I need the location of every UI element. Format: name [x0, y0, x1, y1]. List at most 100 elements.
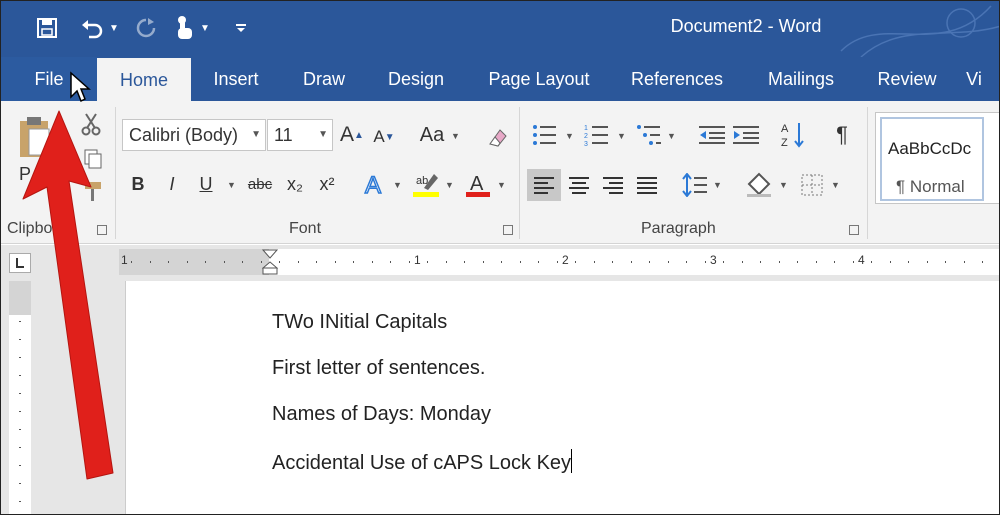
- justify-icon[interactable]: [631, 169, 663, 201]
- align-right-icon[interactable]: [597, 169, 629, 201]
- highlight-icon[interactable]: ab: [411, 169, 441, 199]
- ruler-tick: [19, 393, 21, 394]
- tab-page-layout[interactable]: Page Layout: [479, 57, 599, 101]
- ruler-tick: [945, 261, 946, 263]
- vertical-ruler[interactable]: [9, 281, 31, 514]
- increase-indent-icon[interactable]: [731, 121, 761, 149]
- svg-text:Z: Z: [781, 137, 788, 149]
- chevron-down-icon[interactable]: ▼: [667, 131, 676, 141]
- bullets-icon[interactable]: [529, 121, 561, 149]
- chevron-down-icon[interactable]: ▼: [617, 131, 626, 141]
- ruler-tick: [482, 261, 484, 263]
- paste-icon[interactable]: [15, 113, 55, 163]
- grow-font-button[interactable]: A ▲: [339, 119, 365, 151]
- ruler-tick: [19, 357, 21, 358]
- ruler-number: 1: [414, 253, 421, 267]
- document-paragraph[interactable]: TWo INitial Capitals: [272, 311, 447, 334]
- ruler-tick: [427, 261, 428, 263]
- shrink-font-label: A: [373, 127, 385, 146]
- chevron-down-icon[interactable]: ▼: [779, 180, 788, 190]
- font-name-combo[interactable]: Calibri (Body) ▼: [122, 119, 266, 151]
- font-color-icon[interactable]: A: [463, 169, 493, 199]
- tab-home[interactable]: Home: [97, 58, 191, 102]
- numbering-icon[interactable]: 123: [581, 121, 613, 149]
- font-launcher-icon[interactable]: [503, 225, 513, 235]
- show-formatting-button[interactable]: ¶: [829, 119, 855, 151]
- format-painter-icon[interactable]: [81, 179, 105, 203]
- style-preview: AaBbCcDc: [888, 139, 972, 158]
- shrink-font-button[interactable]: A ▼: [371, 121, 397, 153]
- ruler-tick: [667, 261, 669, 263]
- shading-icon[interactable]: [743, 169, 775, 201]
- change-case-button[interactable]: Aa: [415, 119, 449, 151]
- multilevel-list-icon[interactable]: [633, 121, 665, 149]
- chevron-down-icon[interactable]: ▼: [393, 180, 402, 190]
- tab-draw[interactable]: Draw: [291, 57, 357, 101]
- style-name: ¶ Normal: [896, 177, 965, 196]
- document-paragraph[interactable]: Accidental Use of cAPS Lock Key: [272, 452, 571, 474]
- strikethrough-button[interactable]: abc: [243, 171, 277, 197]
- borders-icon[interactable]: [797, 169, 827, 201]
- horizontal-ruler[interactable]: 1 1 2 3 4: [119, 249, 999, 275]
- ruler-tick: [464, 261, 465, 263]
- document-paragraph[interactable]: First letter of sentences.: [272, 357, 485, 380]
- text-effects-icon[interactable]: A: [359, 169, 389, 199]
- document-paragraph-last[interactable]: Accidental Use of cAPS Lock Key: [272, 449, 573, 475]
- chevron-down-icon[interactable]: ▼: [445, 180, 454, 190]
- ruler-tick: [371, 261, 373, 263]
- svg-text:1: 1: [584, 125, 588, 132]
- document-paragraph[interactable]: Names of Days: Monday: [272, 403, 491, 426]
- paragraph-launcher-icon[interactable]: [849, 225, 859, 235]
- clear-formatting-icon[interactable]: [483, 121, 513, 151]
- decrease-indent-icon[interactable]: [697, 121, 727, 149]
- sort-icon[interactable]: AZ: [779, 119, 809, 151]
- superscript-button[interactable]: x²: [313, 171, 341, 197]
- document-page[interactable]: TWo INitial Capitals First letter of sen…: [125, 281, 999, 514]
- align-center-icon[interactable]: [563, 169, 595, 201]
- subscript-button[interactable]: x₂: [281, 171, 309, 197]
- underline-button[interactable]: U: [195, 171, 217, 197]
- tab-mailings[interactable]: Mailings: [757, 57, 845, 101]
- indent-marker-icon[interactable]: [262, 249, 278, 275]
- ruler-tick: [205, 261, 206, 263]
- tab-references[interactable]: References: [627, 57, 727, 101]
- line-spacing-icon[interactable]: [679, 169, 711, 201]
- ruler-tick: [593, 261, 595, 263]
- svg-text:3: 3: [584, 141, 588, 146]
- font-name-value: Calibri (Body): [129, 125, 239, 145]
- tab-insert[interactable]: Insert: [201, 57, 271, 101]
- ruler-number: 2: [562, 253, 569, 267]
- ruler-tick: [19, 447, 21, 448]
- font-size-combo[interactable]: 11 ▼: [267, 119, 333, 151]
- chevron-down-icon[interactable]: ▼: [451, 131, 460, 141]
- tab-review[interactable]: Review: [873, 57, 941, 101]
- clipboard-launcher-icon[interactable]: [97, 225, 107, 235]
- ruler-tick: [815, 261, 817, 263]
- copy-icon[interactable]: [81, 147, 105, 171]
- chevron-down-icon[interactable]: ▼: [565, 131, 574, 141]
- ruler-tick: [19, 501, 21, 502]
- tab-view[interactable]: Vi: [959, 57, 989, 101]
- clipboard-group-label: Clipbo: [7, 220, 53, 237]
- chevron-down-icon[interactable]: ▼: [318, 120, 328, 150]
- chevron-down-icon[interactable]: ▼: [831, 180, 840, 190]
- chevron-down-icon[interactable]: ▼: [251, 120, 261, 150]
- italic-button[interactable]: I: [161, 171, 183, 197]
- ruler-number: 1: [121, 253, 128, 267]
- tab-selector[interactable]: [9, 253, 31, 273]
- ruler-tick: [353, 261, 354, 263]
- paste-label[interactable]: P: [15, 163, 35, 185]
- style-normal[interactable]: AaBbCcDc ¶ Normal: [880, 117, 984, 201]
- ruler-tick: [19, 375, 21, 376]
- vertical-ruler-margin: [9, 281, 31, 315]
- chevron-down-icon[interactable]: ▼: [497, 180, 506, 190]
- align-left-icon[interactable]: [527, 169, 561, 201]
- tab-design[interactable]: Design: [379, 57, 453, 101]
- bold-button[interactable]: B: [127, 171, 149, 197]
- ruler-tick: [871, 261, 872, 263]
- ruler-tick: [297, 261, 299, 263]
- chevron-down-icon[interactable]: ▼: [227, 180, 236, 190]
- cut-icon[interactable]: [79, 111, 103, 137]
- chevron-down-icon[interactable]: ▼: [713, 180, 722, 190]
- ruler-tick: [963, 261, 965, 263]
